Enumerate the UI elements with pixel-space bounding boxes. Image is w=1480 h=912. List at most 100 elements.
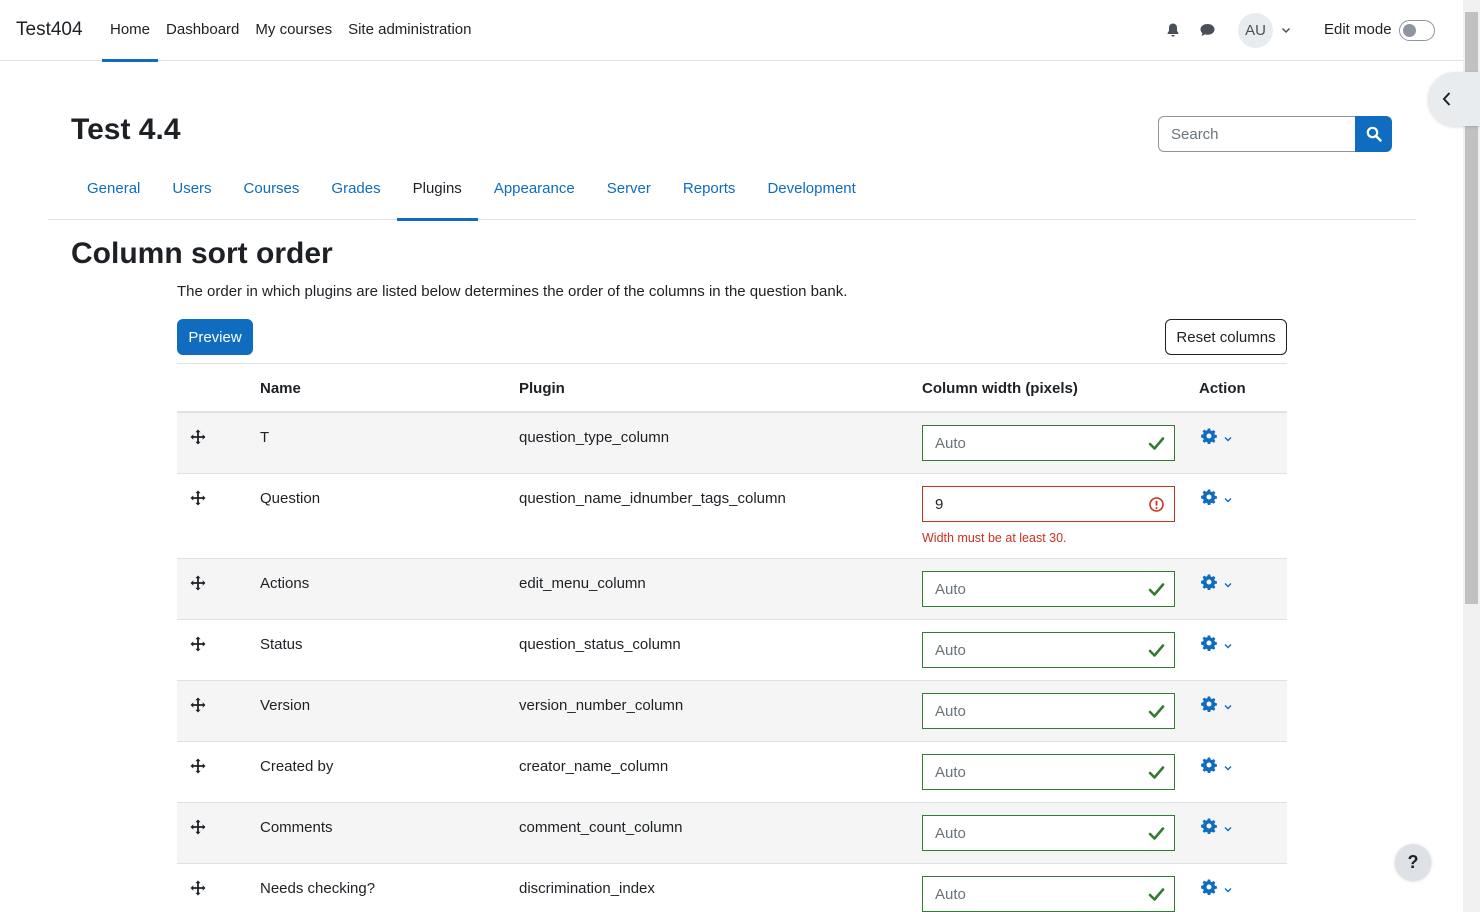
tab-users[interactable]: Users xyxy=(156,170,227,220)
plugin-name: version_number_column xyxy=(519,697,684,714)
checkmark-icon xyxy=(1148,703,1165,720)
help-button[interactable]: ? xyxy=(1395,844,1431,880)
reset-columns-button[interactable]: Reset columns xyxy=(1165,319,1287,355)
table-row[interactable]: Tquestion_type_column xyxy=(177,413,1287,474)
chevron-down-icon xyxy=(1223,638,1233,655)
tab-server[interactable]: Server xyxy=(591,170,667,220)
column-width-input[interactable] xyxy=(923,426,1143,460)
primary-navigation: Home Dashboard My courses Site administr… xyxy=(102,0,480,62)
toggle-knob xyxy=(1403,24,1416,37)
gear-icon xyxy=(1201,757,1217,777)
nav-item-home[interactable]: Home xyxy=(102,0,159,62)
gear-icon xyxy=(1201,696,1217,716)
table-body: Tquestion_type_column Question question_na… xyxy=(177,413,1287,912)
table-row[interactable]: Comments comment_count_column xyxy=(177,803,1287,864)
table-row[interactable]: Question question_name_idnumber_tags_colu… xyxy=(177,474,1287,559)
checkmark-icon xyxy=(1148,581,1165,598)
tab-courses[interactable]: Courses xyxy=(228,170,316,220)
checkmark-icon xyxy=(1148,642,1165,659)
chat-bubble-icon[interactable] xyxy=(1199,22,1216,38)
move-handle-icon[interactable] xyxy=(190,758,206,774)
column-actions-menu[interactable] xyxy=(1201,574,1241,592)
tab-grades[interactable]: Grades xyxy=(315,170,396,220)
column-name: Question xyxy=(260,490,321,507)
top-navbar: Test404 Home Dashboard My courses Site a… xyxy=(0,0,1463,62)
page-scrollbar[interactable] xyxy=(1463,0,1480,912)
table-row[interactable]: Version version_number_column xyxy=(177,681,1287,742)
column-actions-menu[interactable] xyxy=(1201,757,1241,775)
search-button[interactable] xyxy=(1355,116,1392,152)
nav-item-my-courses[interactable]: My courses xyxy=(247,0,340,61)
chevron-down-icon xyxy=(1223,760,1233,777)
table-row[interactable]: Needs checking? discrimination_index xyxy=(177,864,1287,912)
column-actions-menu[interactable] xyxy=(1201,635,1241,653)
column-width-field xyxy=(922,693,1175,729)
secondary-navigation: General Users Courses Grades Plugins App… xyxy=(48,170,1416,221)
header-plugin: Plugin xyxy=(519,380,565,397)
column-width-input[interactable] xyxy=(923,877,1143,911)
column-name: Version xyxy=(260,697,311,714)
checkmark-icon xyxy=(1148,435,1165,452)
move-handle-icon[interactable] xyxy=(190,697,206,713)
move-handle-icon[interactable] xyxy=(190,819,206,835)
column-actions-menu[interactable] xyxy=(1201,489,1241,507)
column-actions-menu[interactable] xyxy=(1201,818,1241,836)
gear-icon xyxy=(1201,635,1217,655)
tab-appearance[interactable]: Appearance xyxy=(478,170,591,220)
site-brand[interactable]: Test404 xyxy=(16,19,83,41)
column-width-input[interactable] xyxy=(923,755,1143,789)
table-row[interactable]: Created by creator_name_column xyxy=(177,742,1287,803)
preview-button[interactable]: Preview xyxy=(177,319,253,355)
error-circle-icon xyxy=(1148,496,1165,513)
admin-search xyxy=(1158,116,1392,152)
chevron-down-icon xyxy=(1223,431,1233,448)
move-handle-icon[interactable] xyxy=(190,575,206,591)
chevron-down-icon xyxy=(1223,577,1233,594)
column-name: Needs checking? xyxy=(260,880,376,897)
column-width-field xyxy=(922,815,1175,851)
user-avatar[interactable]: AU xyxy=(1238,13,1273,48)
edit-mode-label: Edit mode xyxy=(1324,21,1392,38)
chevron-down-icon[interactable] xyxy=(1280,24,1292,36)
column-width-input[interactable] xyxy=(923,694,1143,728)
nav-item-site-administration[interactable]: Site administration xyxy=(340,0,479,61)
column-width-field xyxy=(922,486,1175,522)
page-title: Test 4.4 xyxy=(71,113,181,146)
gear-icon xyxy=(1201,879,1217,899)
tab-reports[interactable]: Reports xyxy=(667,170,752,220)
plugin-name: comment_count_column xyxy=(519,819,683,836)
column-width-input[interactable] xyxy=(923,816,1143,850)
search-input[interactable] xyxy=(1158,116,1357,152)
nav-item-dashboard[interactable]: Dashboard xyxy=(158,0,247,61)
column-actions-menu[interactable] xyxy=(1201,879,1241,897)
plugin-name: question_type_column xyxy=(519,429,670,446)
header-name: Name xyxy=(260,380,301,397)
gear-icon xyxy=(1201,818,1217,838)
move-handle-icon[interactable] xyxy=(190,636,206,652)
bell-icon[interactable] xyxy=(1165,22,1181,38)
tab-general[interactable]: General xyxy=(71,170,156,220)
tab-development[interactable]: Development xyxy=(751,170,871,220)
column-name: T xyxy=(260,429,270,446)
chevron-down-icon xyxy=(1223,699,1233,716)
checkmark-icon xyxy=(1148,886,1165,903)
column-actions-menu[interactable] xyxy=(1201,696,1241,714)
column-width-input[interactable] xyxy=(923,633,1143,667)
tab-plugins[interactable]: Plugins xyxy=(396,170,479,221)
column-width-field xyxy=(922,571,1175,607)
column-width-field xyxy=(922,632,1175,668)
table-row[interactable]: Status question_status_column xyxy=(177,620,1287,681)
column-width-field xyxy=(922,754,1175,790)
table-row[interactable]: Actions edit_menu_column xyxy=(177,559,1287,620)
column-width-input[interactable] xyxy=(923,572,1143,606)
chevron-down-icon xyxy=(1223,882,1233,899)
move-handle-icon[interactable] xyxy=(190,490,206,506)
column-actions-menu[interactable] xyxy=(1201,428,1241,446)
move-handle-icon[interactable] xyxy=(190,429,206,445)
plugin-name: edit_menu_column xyxy=(519,575,646,592)
chevron-down-icon xyxy=(1223,492,1233,509)
column-width-input[interactable] xyxy=(923,487,1143,521)
edit-mode-toggle[interactable] xyxy=(1399,20,1435,41)
move-handle-icon[interactable] xyxy=(190,880,206,896)
block-drawer-toggle[interactable] xyxy=(1428,72,1480,126)
